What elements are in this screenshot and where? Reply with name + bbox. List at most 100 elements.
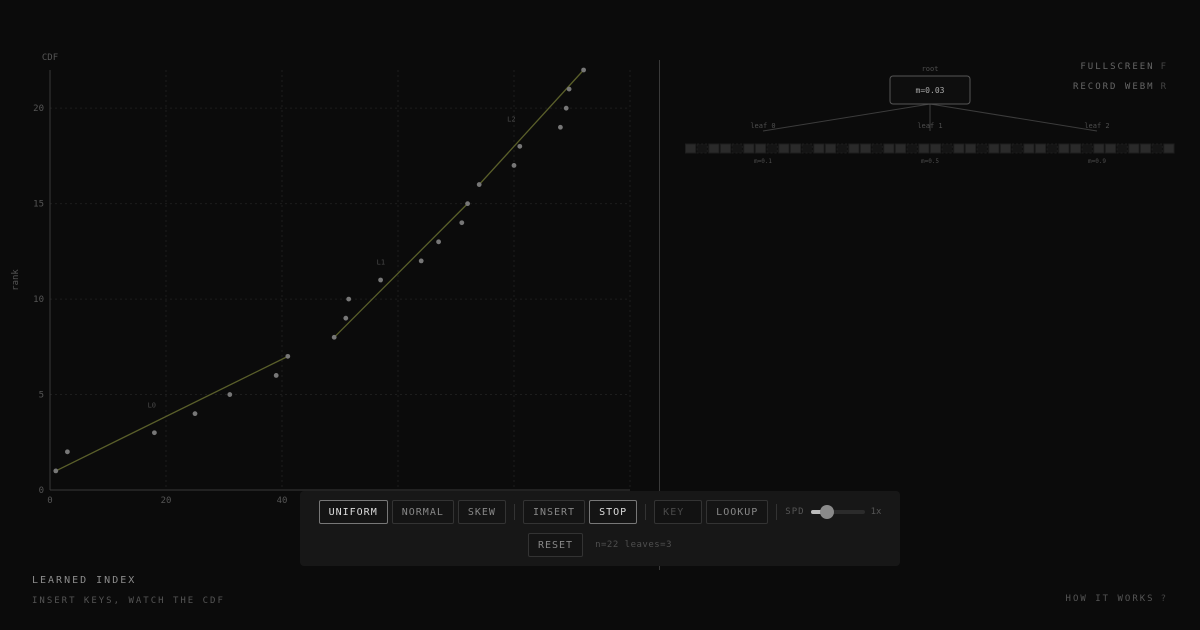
key-slot: [766, 143, 778, 154]
record-webm-button[interactable]: RECORD WEBM R: [1073, 82, 1166, 92]
y-tick-label: 5: [39, 391, 44, 401]
y-axis-side-label: rank: [11, 269, 21, 291]
how-shortcut: ?: [1160, 594, 1166, 604]
control-panel: UNIFORM NORMAL SKEW INSERT STOP LOOKUP S…: [300, 491, 900, 566]
leaf-model-label: L0: [148, 402, 156, 410]
key-slot: [1151, 143, 1163, 154]
data-point: [558, 124, 563, 130]
y-tick-label: 10: [33, 295, 44, 305]
x-tick-label: 20: [161, 496, 172, 506]
leaf-model-line: [333, 203, 469, 338]
data-point: [227, 392, 233, 397]
key-slot: [743, 143, 755, 154]
key-slot: [1000, 143, 1012, 154]
data-point: [566, 86, 572, 92]
control-row-secondary: RESET n=22 leaves=3: [300, 533, 900, 557]
y-tick-label: 0: [39, 486, 44, 496]
data-point: [273, 373, 279, 378]
key-slot: [731, 143, 743, 154]
reset-button[interactable]: RESET: [527, 533, 584, 557]
root-node-value: m=0.03: [916, 86, 945, 95]
data-point: [192, 411, 198, 417]
data-point: [152, 430, 157, 436]
key-slot: [1140, 143, 1152, 154]
key-slot: [965, 143, 977, 154]
record-label: RECORD WEBM: [1072, 82, 1155, 92]
fullscreen-shortcut: F: [1160, 62, 1166, 72]
how-label: HOW IT WORKS: [1065, 594, 1155, 604]
key-slot: [778, 143, 790, 154]
speed-slider-thumb[interactable]: [819, 505, 834, 519]
key-slot: [871, 143, 883, 154]
leaf-node-value: m=0.5: [921, 158, 939, 165]
key-slot: [1105, 143, 1117, 154]
data-point: [459, 220, 465, 226]
key-slot: [720, 143, 732, 154]
x-tick-label: 40: [277, 496, 288, 506]
data-point: [511, 163, 517, 168]
key-slot: [860, 143, 872, 154]
key-slot: [1163, 143, 1175, 154]
key-slot: [801, 143, 813, 154]
key-slot: [930, 143, 942, 154]
control-separator: [645, 504, 647, 520]
key-slot: [1058, 143, 1070, 154]
cdf-chart: 0 5 10 15 20 0 20 40 CDF rank L0 L1 L2: [11, 53, 631, 506]
key-slot: [1070, 143, 1082, 154]
tree-edge: [762, 103, 931, 132]
data-point: [476, 182, 482, 187]
data-point: [346, 296, 352, 302]
skew-button[interactable]: SKEW: [457, 500, 506, 524]
data-point: [53, 468, 59, 474]
leaf-node-value: m=0.9: [1088, 158, 1106, 165]
data-point: [563, 105, 569, 111]
key-slot: [906, 143, 918, 154]
key-slot: [1116, 143, 1128, 154]
stop-button[interactable]: STOP: [589, 500, 638, 524]
data-point: [418, 258, 424, 264]
speed-value: 1x: [870, 507, 882, 517]
lookup-button[interactable]: LOOKUP: [706, 500, 769, 524]
key-slot: [1081, 143, 1093, 154]
key-slot: [953, 143, 965, 154]
y-axis-label: CDF: [42, 53, 58, 63]
key-slot: [825, 143, 837, 154]
root-label: root: [922, 65, 939, 73]
key-slot: [755, 143, 767, 154]
fullscreen-label: FULLSCREEN: [1080, 62, 1155, 72]
key-slot: [895, 143, 907, 154]
leaf-node-label: leaf 1: [917, 122, 942, 130]
data-point: [517, 143, 523, 149]
y-tick-label: 15: [33, 200, 44, 210]
normal-button[interactable]: NORMAL: [391, 500, 454, 524]
leaf-model-line: [55, 355, 289, 472]
key-slot: [848, 143, 860, 154]
control-separator: [513, 504, 515, 520]
key-slot: [941, 143, 953, 154]
key-slot: [708, 143, 720, 154]
key-slot: [1023, 143, 1035, 154]
data-point: [285, 353, 291, 359]
insert-button[interactable]: INSERT: [522, 500, 586, 524]
app-subtitle: INSERT KEYS, WATCH THE CDF: [32, 596, 225, 606]
y-tick-label: 20: [33, 104, 44, 114]
data-point: [436, 239, 441, 245]
key-input[interactable]: [654, 500, 703, 524]
speed-slider[interactable]: [810, 505, 865, 519]
key-slot: [836, 143, 848, 154]
how-it-works-link[interactable]: HOW IT WORKS?: [1066, 594, 1166, 604]
leaf-model-label: L2: [507, 115, 515, 123]
key-slot: [1046, 143, 1058, 154]
uniform-button[interactable]: UNIFORM: [318, 500, 388, 524]
key-slot: [813, 143, 825, 154]
leaf-node-label: leaf 0: [750, 122, 775, 130]
record-shortcut: R: [1160, 82, 1166, 92]
key-slot: [1035, 143, 1047, 154]
data-point: [581, 67, 586, 73]
branding: LEARNED INDEX INSERT KEYS, WATCH THE CDF: [32, 575, 225, 606]
status-readout: n=22 leaves=3: [595, 540, 673, 550]
fullscreen-button[interactable]: FULLSCREEN F: [1080, 62, 1166, 72]
key-slot: [976, 143, 988, 154]
key-slot: [685, 143, 697, 154]
data-point: [378, 277, 383, 283]
